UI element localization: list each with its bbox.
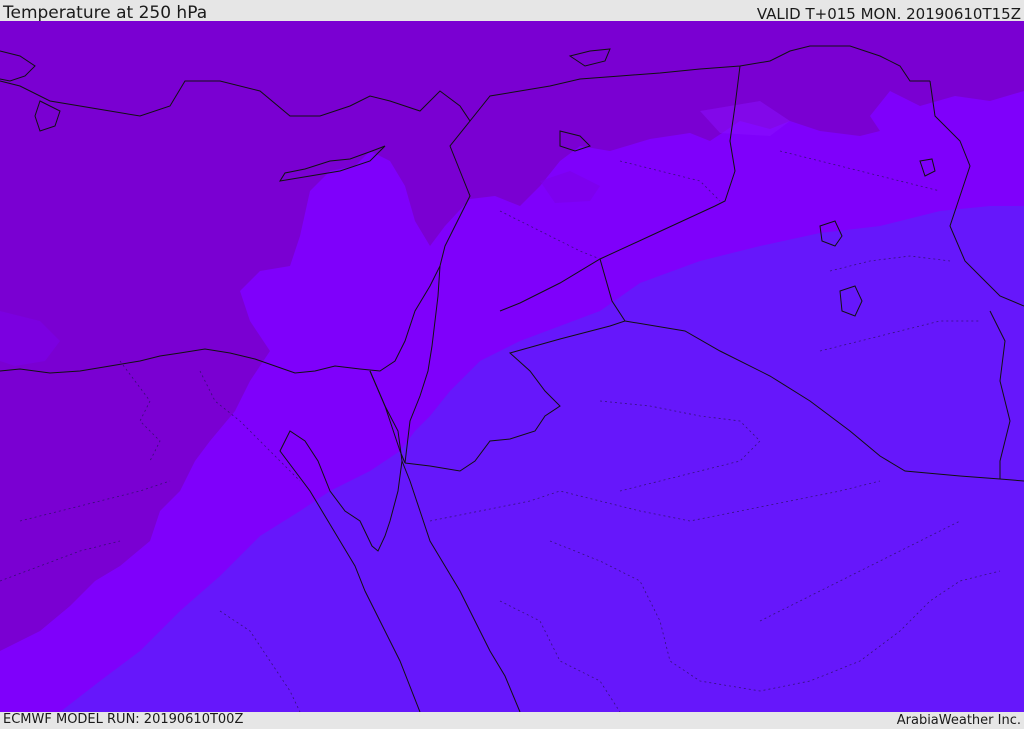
footer-bar: ECMWF MODEL RUN: 20190610T00Z ArabiaWeat… (0, 712, 1024, 729)
header-bar: Temperature at 250 hPa VALID T+015 MON. … (0, 0, 1024, 23)
weather-map-frame: Temperature at 250 hPa VALID T+015 MON. … (0, 0, 1024, 729)
model-run: ECMWF MODEL RUN: 20190610T00Z (3, 712, 244, 727)
credit-label: ArabiaWeather Inc. (896, 713, 1021, 728)
weather-map (0, 21, 1024, 712)
map-title: Temperature at 250 hPa (3, 3, 208, 23)
